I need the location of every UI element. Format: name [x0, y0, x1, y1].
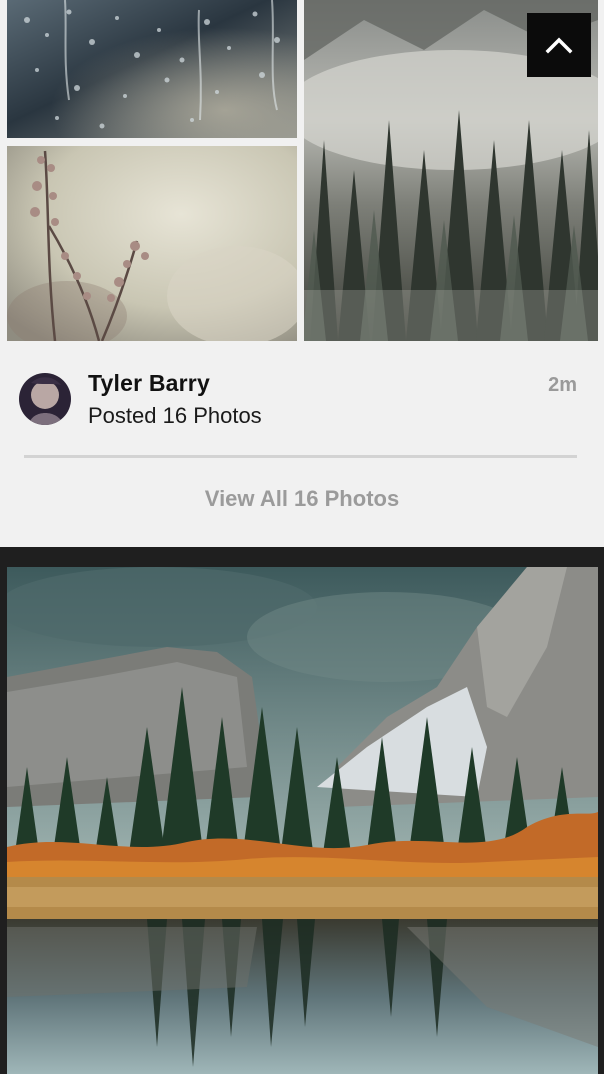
scroll-to-top-button[interactable]	[527, 13, 591, 77]
photo-flower-stems[interactable]	[7, 146, 297, 341]
rain-window-image	[7, 0, 297, 138]
avatar[interactable]	[19, 373, 71, 425]
post-description: Posted 16 Photos	[88, 403, 262, 428]
avatar-image	[19, 373, 71, 425]
post-card: Tyler Barry Posted 16 Photos 2m View All…	[0, 0, 604, 547]
mountain-lake-image	[7, 567, 598, 1074]
divider	[24, 455, 577, 458]
chevron-up-icon	[545, 37, 573, 54]
photo-rain-window[interactable]	[7, 0, 297, 138]
flower-stems-image	[7, 146, 297, 341]
photo-mountain-lake[interactable]	[7, 567, 598, 1074]
view-all-photos-link[interactable]: View All 16 Photos	[0, 486, 604, 512]
author-name[interactable]: Tyler Barry	[88, 370, 210, 397]
post-timestamp: 2m	[548, 374, 577, 396]
